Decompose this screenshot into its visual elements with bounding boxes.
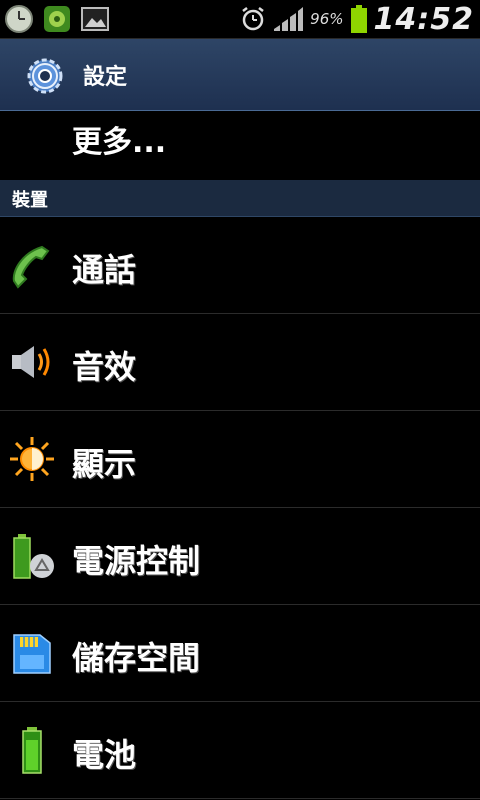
page-title: 設定	[83, 65, 128, 90]
settings-item-label: 顯示	[72, 445, 137, 483]
clock-app-icon	[5, 5, 33, 33]
settings-item-call[interactable]: 通話	[0, 217, 480, 314]
settings-item-sound[interactable]: 音效	[0, 314, 480, 411]
battery-icon	[350, 5, 367, 33]
settings-item-power-saving[interactable]: 電源控制	[0, 508, 480, 605]
section-header-device: 裝置	[0, 180, 480, 217]
device-settings-list: 通話 音效 顯示 電源控制 儲存空間 電池	[0, 217, 480, 799]
more-settings-label: 更多...	[72, 125, 167, 160]
settings-item-label: 電源控制	[72, 542, 201, 580]
signal-icon	[274, 7, 304, 31]
more-settings-item[interactable]: 更多...	[0, 111, 480, 179]
phone-icon	[12, 245, 50, 289]
battery-icon	[22, 727, 42, 774]
settings-item-display[interactable]: 顯示	[0, 411, 480, 508]
brightness-icon	[10, 437, 54, 481]
settings-item-battery[interactable]: 電池	[0, 702, 480, 799]
settings-item-label: 通話	[72, 251, 137, 289]
gallery-icon	[81, 7, 109, 31]
battery-percent: 96%	[310, 10, 344, 28]
power-saving-icon	[13, 534, 54, 579]
status-bar[interactable]: 96% 14:52	[0, 0, 480, 39]
status-time: 14:52	[373, 1, 474, 37]
settings-gear-icon	[27, 58, 63, 94]
alarm-icon	[242, 7, 264, 31]
settings-item-storage[interactable]: 儲存空間	[0, 605, 480, 702]
storage-icon	[13, 634, 51, 674]
settings-header: 設定	[0, 39, 480, 111]
settings-item-label: 儲存空間	[72, 639, 201, 677]
settings-item-label: 電池	[72, 736, 137, 774]
section-label: 裝置	[12, 190, 48, 211]
speaker-icon	[12, 346, 50, 378]
app-notification-icon	[44, 6, 70, 32]
settings-item-label: 音效	[72, 348, 137, 386]
